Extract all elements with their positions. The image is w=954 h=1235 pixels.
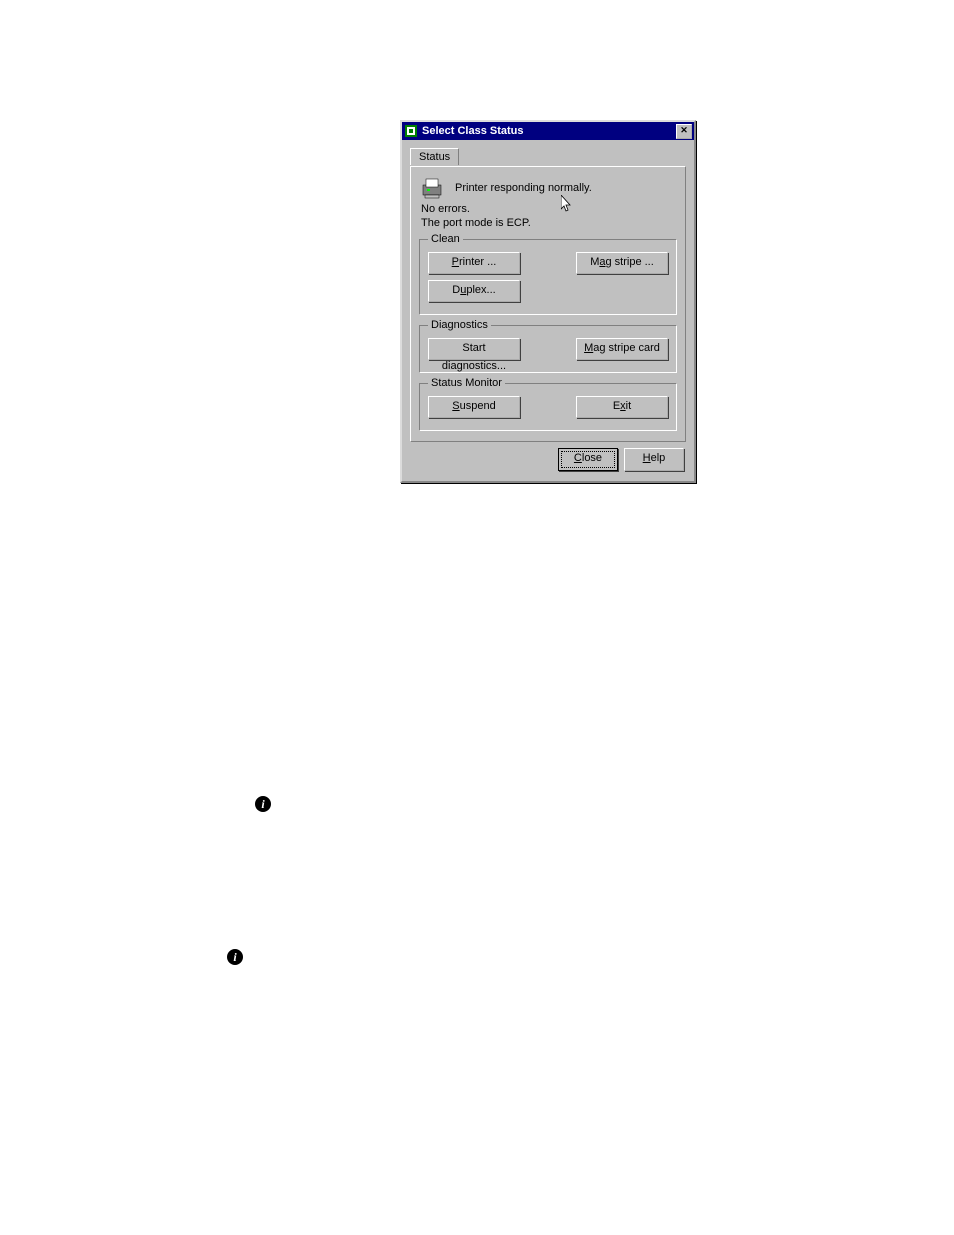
- tab-panel: Printer responding normally. No errors. …: [410, 166, 686, 442]
- dialog-footer: Close Help: [410, 442, 686, 473]
- group-diagnostics: Diagnostics Start diagnostics... Mag str…: [419, 325, 677, 373]
- help-label-rest: elp: [651, 452, 666, 464]
- close-button[interactable]: Close: [558, 448, 618, 471]
- close-label-rest: lose: [582, 452, 602, 464]
- exit-label-rest: it: [626, 400, 632, 412]
- group-diagnostics-legend: Diagnostics: [428, 319, 491, 331]
- tab-status[interactable]: Status: [410, 148, 459, 165]
- info-icon: i: [255, 796, 271, 812]
- clean-duplex-button[interactable]: Duplex...: [428, 280, 520, 302]
- clean-magstripe-button[interactable]: Mag stripe ...: [576, 252, 668, 274]
- status-message: Printer responding normally.: [455, 182, 592, 194]
- clean-printer-label-rest: rinter ...: [459, 256, 496, 268]
- group-status-monitor: Status Monitor Suspend Exit: [419, 383, 677, 431]
- group-monitor-legend: Status Monitor: [428, 377, 505, 389]
- help-button[interactable]: Help: [624, 448, 684, 471]
- tab-strip: Status: [410, 146, 686, 166]
- app-icon: [404, 124, 418, 138]
- clean-magstripe-label-rest: g stripe ...: [606, 256, 654, 268]
- group-clean: Clean Printer ... Mag stripe ... Duplex.…: [419, 239, 677, 315]
- group-clean-legend: Clean: [428, 233, 463, 245]
- magstripe-card-button[interactable]: Mag stripe card: [576, 338, 668, 360]
- start-diagnostics-button[interactable]: Start diagnostics...: [428, 338, 520, 360]
- clean-duplex-label-rest: plex...: [466, 284, 495, 296]
- errors-line: No errors.: [421, 203, 677, 215]
- status-row: Printer responding normally.: [419, 177, 677, 199]
- clean-printer-button[interactable]: Printer ...: [428, 252, 520, 274]
- info-icon: i: [227, 949, 243, 965]
- magstripe-card-label-rest: ag stripe card: [593, 342, 660, 354]
- cursor-icon: [561, 195, 573, 213]
- suspend-button[interactable]: Suspend: [428, 396, 520, 418]
- dialog-body: Status Printer responding normally. No e…: [402, 140, 694, 481]
- status-dialog: Select Class Status ✕ Status Printer res…: [400, 120, 696, 483]
- suspend-label-rest: uspend: [460, 400, 496, 412]
- spacer: [578, 278, 668, 304]
- dialog-title: Select Class Status: [422, 125, 676, 137]
- port-mode-line: The port mode is ECP.: [421, 217, 677, 229]
- exit-button[interactable]: Exit: [576, 396, 668, 418]
- printer-icon: [421, 177, 445, 199]
- close-icon[interactable]: ✕: [676, 124, 692, 139]
- titlebar: Select Class Status ✕: [402, 122, 694, 140]
